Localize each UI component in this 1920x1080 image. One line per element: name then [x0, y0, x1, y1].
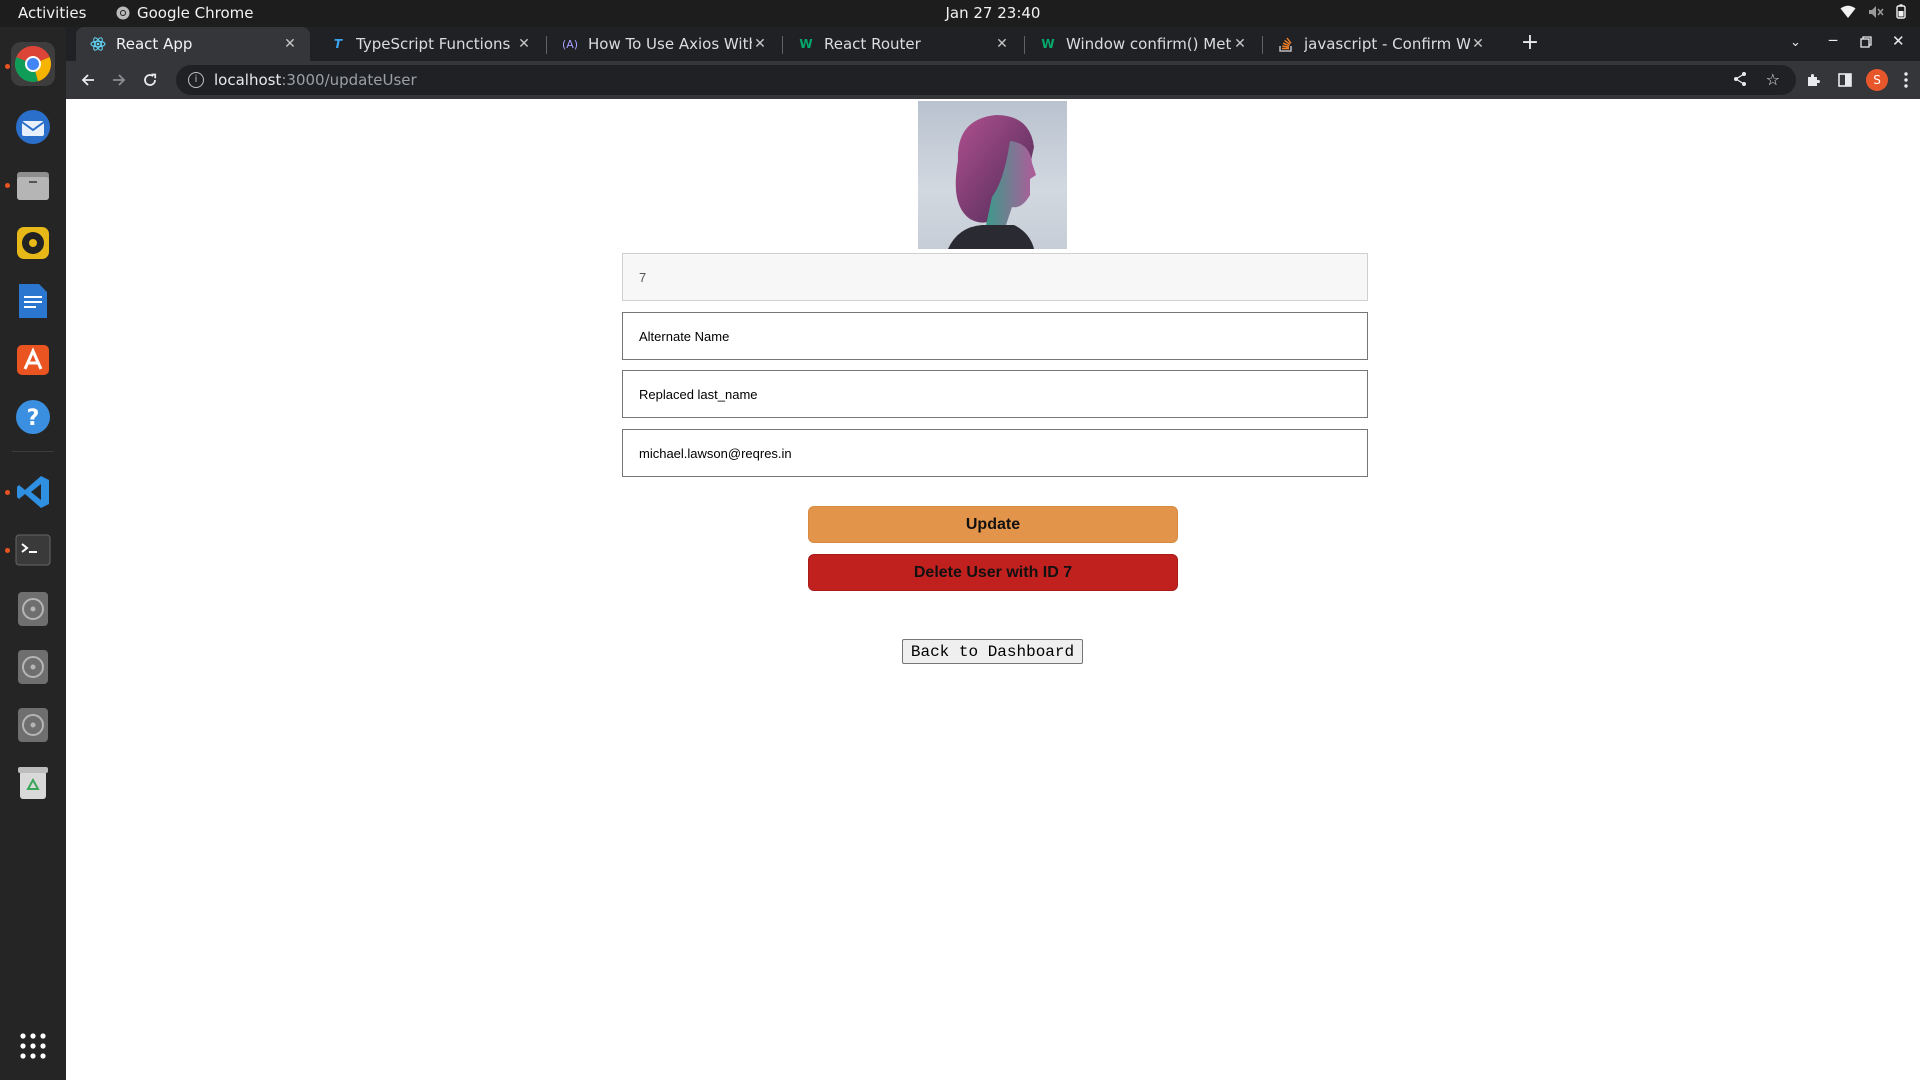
restore-icon[interactable] — [1860, 33, 1872, 52]
volume-muted-icon — [1869, 5, 1884, 18]
help-icon[interactable]: ? — [11, 395, 55, 439]
site-info-icon[interactable]: i — [188, 72, 204, 88]
address-bar[interactable]: i localhost:3000/updateUser ☆ — [176, 65, 1796, 95]
tab-title: javascript - Confirm Wind — [1304, 35, 1470, 53]
user-avatar — [918, 101, 1067, 249]
app-grid-icon[interactable] — [11, 1024, 55, 1068]
minimize-icon[interactable]: ‒ — [1828, 30, 1838, 49]
tab-axios[interactable]: (A) How To Use Axios With Re ✕ — [548, 27, 780, 61]
w3schools-icon: W — [799, 37, 813, 51]
tab-search-icon[interactable]: ⌄ — [1790, 35, 1801, 50]
close-tab-icon[interactable]: ✕ — [516, 36, 532, 52]
typescript-icon: T — [333, 37, 343, 51]
forward-icon[interactable] — [107, 68, 131, 92]
tab-window-confirm[interactable]: W Window confirm() Metho ✕ — [1026, 27, 1260, 61]
close-tab-icon[interactable]: ✕ — [752, 36, 768, 52]
tab-title: TypeScript Functions — [356, 35, 511, 53]
wifi-icon — [1840, 5, 1856, 18]
disc-icon[interactable] — [11, 587, 55, 631]
chrome-menu-icon[interactable] — [1894, 68, 1918, 92]
profile-avatar[interactable]: S — [1865, 68, 1889, 92]
delete-user-button[interactable]: Delete User with ID 7 — [808, 554, 1178, 591]
close-tab-icon[interactable]: ✕ — [1470, 36, 1486, 52]
system-top-bar: Activities Google Chrome Jan 27 23:40 — [0, 0, 1920, 27]
page-viewport: 7 Alternate Name Replaced last_name mich… — [66, 99, 1920, 1080]
new-tab-icon[interactable]: + — [1518, 32, 1542, 56]
thunderbird-icon[interactable] — [11, 105, 55, 149]
bookmark-star-icon[interactable]: ☆ — [1766, 70, 1780, 89]
user-id-value: 7 — [639, 269, 647, 285]
react-icon — [90, 36, 106, 52]
close-tab-icon[interactable]: ✕ — [994, 36, 1010, 52]
disc-icon[interactable] — [11, 645, 55, 689]
tab-typescript-functions[interactable]: T TypeScript Functions ✕ — [316, 27, 544, 61]
w3schools-icon: W — [1041, 37, 1055, 51]
back-icon[interactable] — [76, 68, 100, 92]
email-value: michael.lawson@reqres.in — [639, 445, 792, 461]
url-path: :3000/updateUser — [281, 71, 417, 89]
tab-strip: React App ✕ T TypeScript Functions ✕ (A)… — [66, 27, 1920, 61]
tab-react-app[interactable]: React App ✕ — [76, 27, 310, 61]
tab-stackoverflow[interactable]: javascript - Confirm Wind ✕ — [1264, 27, 1498, 61]
profile-initial: S — [1866, 69, 1888, 91]
rhythmbox-icon[interactable] — [11, 221, 55, 265]
trash-icon[interactable] — [11, 761, 55, 805]
share-icon[interactable] — [1732, 71, 1748, 91]
first-name-field[interactable]: Alternate Name — [622, 312, 1368, 360]
files-icon[interactable] — [11, 163, 55, 207]
browser-toolbar: i localhost:3000/updateUser ☆ S — [66, 61, 1920, 99]
axios-icon: (A) — [561, 37, 579, 51]
libreoffice-writer-icon[interactable] — [11, 279, 55, 323]
tab-title: Window confirm() Metho — [1066, 35, 1232, 53]
email-field[interactable]: michael.lawson@reqres.in — [622, 429, 1368, 477]
extensions-icon[interactable] — [1801, 68, 1825, 92]
stackoverflow-icon — [1278, 36, 1294, 52]
close-tab-icon[interactable]: ✕ — [1232, 36, 1248, 52]
dock: ? — [0, 27, 66, 1080]
tab-title: React Router — [824, 35, 921, 53]
last-name-field[interactable]: Replaced last_name — [622, 370, 1368, 418]
url-host: localhost — [214, 71, 282, 89]
vscode-icon[interactable] — [11, 470, 55, 514]
tab-react-router[interactable]: W React Router ✕ — [784, 27, 1022, 61]
battery-icon — [1896, 4, 1906, 19]
tab-title: React App — [116, 35, 193, 53]
system-tray[interactable] — [1840, 4, 1906, 19]
side-panel-icon[interactable] — [1833, 68, 1857, 92]
user-id-field[interactable]: 7 — [622, 253, 1368, 301]
app-center-icon[interactable] — [11, 337, 55, 381]
close-tab-icon[interactable]: ✕ — [282, 36, 298, 52]
tab-title: How To Use Axios With Re — [588, 35, 752, 53]
close-window-icon[interactable]: ✕ — [1892, 32, 1905, 50]
last-name-value: Replaced last_name — [639, 386, 758, 402]
back-to-dashboard-button[interactable]: Back to Dashboard — [902, 639, 1083, 664]
reload-icon[interactable] — [138, 68, 162, 92]
disc-icon[interactable] — [11, 703, 55, 747]
chrome-icon[interactable] — [11, 42, 55, 86]
first-name-value: Alternate Name — [639, 328, 730, 344]
svg-text:?: ? — [27, 406, 40, 431]
update-button[interactable]: Update — [808, 506, 1178, 543]
clock[interactable]: Jan 27 23:40 — [0, 4, 1920, 22]
terminal-icon[interactable] — [11, 528, 55, 572]
